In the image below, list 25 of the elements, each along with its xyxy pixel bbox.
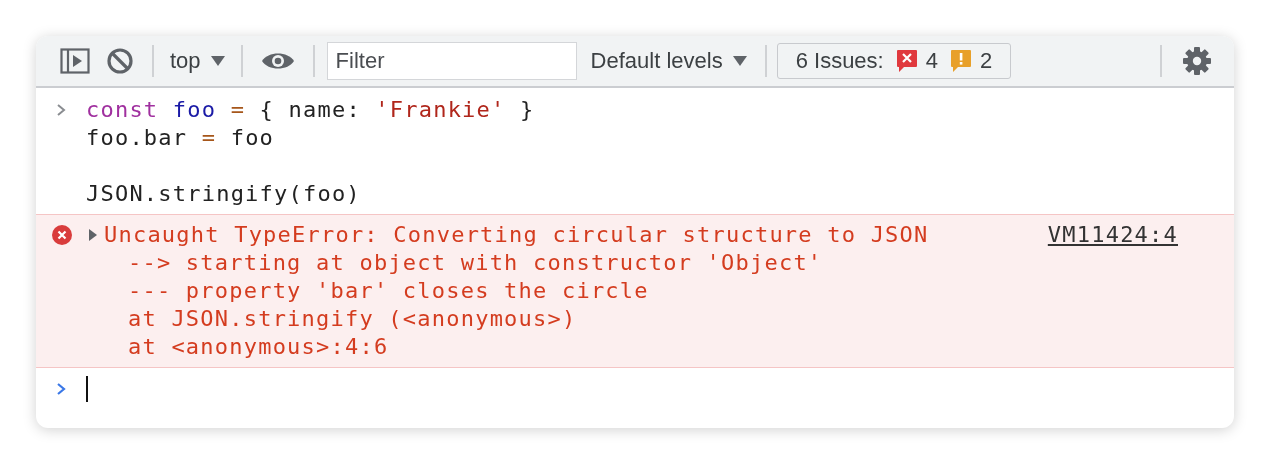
clear-console-icon[interactable] — [106, 47, 134, 75]
error-icon — [52, 225, 72, 245]
levels-dropdown[interactable]: Default levels — [584, 48, 753, 74]
code-line: JSON.stringify(foo) — [86, 180, 362, 208]
prompt-chevron-icon — [56, 382, 66, 396]
stack-trace-line: --> starting at object with constructor 'Object' — [127, 249, 824, 277]
input-chevron-icon — [56, 103, 66, 117]
source-link[interactable]: VM11424:4 — [1047, 221, 1178, 249]
error-badge-icon — [895, 49, 918, 73]
stack-trace-line: at JSON.stringify (<anonymous>) — [127, 305, 578, 333]
context-dropdown[interactable]: top — [164, 48, 231, 74]
warning-badge-icon — [949, 49, 972, 73]
expand-triangle-icon[interactable] — [88, 228, 98, 242]
caret-icon — [210, 56, 225, 66]
text-cursor — [86, 376, 88, 402]
caret-icon — [732, 56, 747, 66]
filter-field[interactable]: Filter — [326, 42, 577, 80]
settings-icon[interactable] — [1182, 46, 1212, 76]
stack-trace-line: at <anonymous>:4:6 — [127, 333, 390, 361]
error-text: Uncaught TypeError: Converting circular structure to JSON — [104, 221, 929, 249]
code-line: const foo = { name: 'Frankie' } — [86, 96, 535, 124]
issues-button[interactable]: 6 Issues: 4 2 — [776, 43, 1012, 79]
sidebar-toggle-icon[interactable] — [60, 48, 90, 74]
code-line: foo.bar = foo — [86, 124, 276, 152]
stack-trace-line: --- property 'bar' closes the circle — [127, 277, 650, 305]
